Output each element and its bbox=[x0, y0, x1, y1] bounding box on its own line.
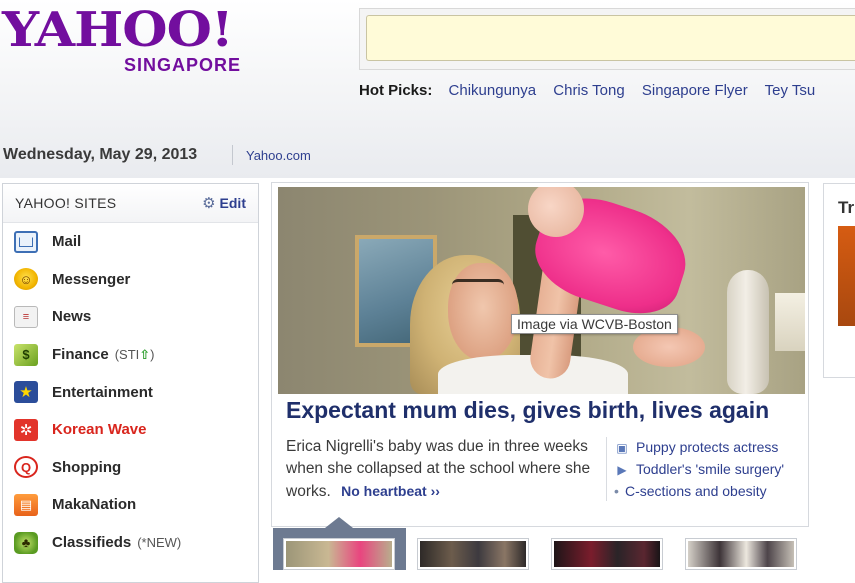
edit-label: Edit bbox=[219, 195, 246, 211]
korean-wave-icon: ✲ bbox=[14, 418, 38, 441]
finance-icon: $ bbox=[14, 343, 38, 366]
sidebar-item-korean-wave[interactable]: ✲ Korean Wave bbox=[3, 411, 258, 449]
yahoo-sites-sidebar: YAHOO! SITES ⚙ Edit Mail ☺ Messenger ≡ Ne… bbox=[2, 183, 259, 583]
sidebar-item-label: Classifieds bbox=[52, 534, 132, 552]
related-link-label: Puppy protects actress bbox=[636, 439, 779, 455]
sidebar-item-classifieds[interactable]: ♣ Classifieds (*NEW) bbox=[3, 524, 258, 562]
read-more-link[interactable]: No heartbeat ›› bbox=[341, 483, 440, 499]
sti-indicator[interactable]: (STI⇧) bbox=[115, 347, 155, 363]
logo-wordmark: YAHOO! bbox=[2, 2, 234, 59]
sidebar-item-label: Shopping bbox=[52, 458, 122, 476]
photo-icon: ▣ bbox=[616, 441, 628, 455]
bullet-icon: • bbox=[614, 483, 619, 499]
thumb-image bbox=[420, 541, 526, 567]
shopping-icon: Q bbox=[14, 456, 38, 479]
makanation-icon: ▤ bbox=[14, 493, 38, 516]
new-badge: (*NEW) bbox=[137, 535, 182, 551]
thumb-image bbox=[554, 541, 660, 567]
hot-picks: Hot Picks: Chikungunya Chris Tong Singap… bbox=[359, 82, 828, 99]
classifieds-icon: ♣ bbox=[14, 531, 38, 554]
sidebar-item-label: Finance bbox=[52, 346, 109, 364]
story-headline[interactable]: Expectant mum dies, gives birth, lives a… bbox=[286, 397, 769, 424]
yahoo-com-link[interactable]: Yahoo.com bbox=[246, 148, 311, 163]
arrow-up-icon: ⇧ bbox=[139, 346, 151, 362]
sidebar-item-label: MakaNation bbox=[52, 496, 137, 514]
related-link[interactable]: ▶ Toddler's 'smile surgery' bbox=[614, 458, 784, 480]
sidebar-item-finance[interactable]: $ Finance (STI⇧) bbox=[3, 336, 258, 374]
sidebar-item-label: Messenger bbox=[52, 270, 131, 288]
sites-list: Mail ☺ Messenger ≡ News $ Finance (STI⇧)… bbox=[3, 223, 258, 561]
related-link-label: Toddler's 'smile surgery' bbox=[636, 461, 785, 477]
logo-region: SINGAPORE bbox=[124, 55, 242, 75]
thumb-image bbox=[688, 541, 794, 567]
hot-pick-link[interactable]: Chikungunya bbox=[449, 82, 537, 99]
carousel-thumb[interactable] bbox=[685, 538, 797, 570]
related-link-label: C-sections and obesity bbox=[625, 483, 767, 499]
sti-label: (STI bbox=[114, 346, 140, 362]
mother-face bbox=[448, 263, 518, 361]
thumb-image bbox=[286, 541, 392, 567]
star-icon: ★ bbox=[14, 381, 38, 404]
sidebar-item-makanation[interactable]: ▤ MakaNation bbox=[3, 486, 258, 524]
related-divider bbox=[606, 437, 607, 501]
sidebar-item-label: Korean Wave bbox=[52, 421, 147, 439]
hot-picks-label: Hot Picks: bbox=[359, 82, 433, 99]
search-input[interactable] bbox=[366, 15, 855, 61]
related-link[interactable]: • C-sections and obesity bbox=[614, 480, 784, 502]
video-icon: ▶ bbox=[617, 463, 627, 477]
sidebar-header: YAHOO! SITES ⚙ Edit bbox=[3, 184, 258, 223]
hot-pick-link[interactable]: Singapore Flyer bbox=[642, 82, 748, 99]
carousel-thumb[interactable] bbox=[417, 538, 529, 570]
trending-image[interactable] bbox=[838, 226, 855, 326]
trending-title: Tr bbox=[838, 198, 855, 217]
hot-pick-link[interactable]: Chris Tong bbox=[553, 82, 624, 99]
glasses bbox=[452, 279, 504, 300]
sidebar-item-entertainment[interactable]: ★ Entertainment bbox=[3, 373, 258, 411]
carousel-thumb[interactable] bbox=[551, 538, 663, 570]
story-carousel bbox=[271, 528, 855, 570]
related-links: ▣ Puppy protects actress ▶ Toddler's 'smil… bbox=[614, 436, 784, 502]
search-bar bbox=[359, 8, 855, 70]
sidebar-item-news[interactable]: ≡ News bbox=[3, 298, 258, 336]
story-image[interactable]: Image via WCVB-Boston bbox=[278, 187, 805, 394]
carousel-thumb[interactable] bbox=[283, 538, 395, 570]
sidebar-title: YAHOO! SITES bbox=[15, 195, 117, 211]
featured-story: Image via WCVB-Boston Expectant mum dies… bbox=[271, 182, 809, 527]
mail-icon bbox=[14, 230, 38, 253]
sidebar-item-label: Entertainment bbox=[52, 383, 153, 401]
date-divider bbox=[232, 145, 233, 165]
sidebar-item-mail[interactable]: Mail bbox=[3, 223, 258, 261]
vase bbox=[727, 270, 769, 394]
trending-panel: Tr bbox=[823, 183, 855, 378]
story-summary: Erica Nigrelli's baby was due in three w… bbox=[286, 436, 610, 503]
gear-icon: ⚙ bbox=[202, 195, 216, 212]
yahoo-logo[interactable]: YAHOO! SINGAPORE bbox=[2, 2, 272, 82]
sidebar-item-messenger[interactable]: ☺ Messenger bbox=[3, 261, 258, 299]
lamp bbox=[775, 293, 805, 351]
edit-sites-button[interactable]: ⚙ Edit bbox=[202, 194, 246, 212]
related-link[interactable]: ▣ Puppy protects actress bbox=[614, 436, 784, 458]
current-date: Wednesday, May 29, 2013 bbox=[3, 146, 198, 163]
news-icon: ≡ bbox=[14, 305, 38, 328]
sidebar-item-label: Mail bbox=[52, 233, 82, 251]
image-tooltip: Image via WCVB-Boston bbox=[511, 314, 678, 334]
hot-pick-link[interactable]: Tey Tsu bbox=[765, 82, 816, 99]
active-thumb-pointer bbox=[325, 517, 353, 528]
messenger-icon: ☺ bbox=[14, 268, 38, 291]
sidebar-item-label: News bbox=[52, 308, 92, 326]
sidebar-item-shopping[interactable]: Q Shopping bbox=[3, 449, 258, 487]
